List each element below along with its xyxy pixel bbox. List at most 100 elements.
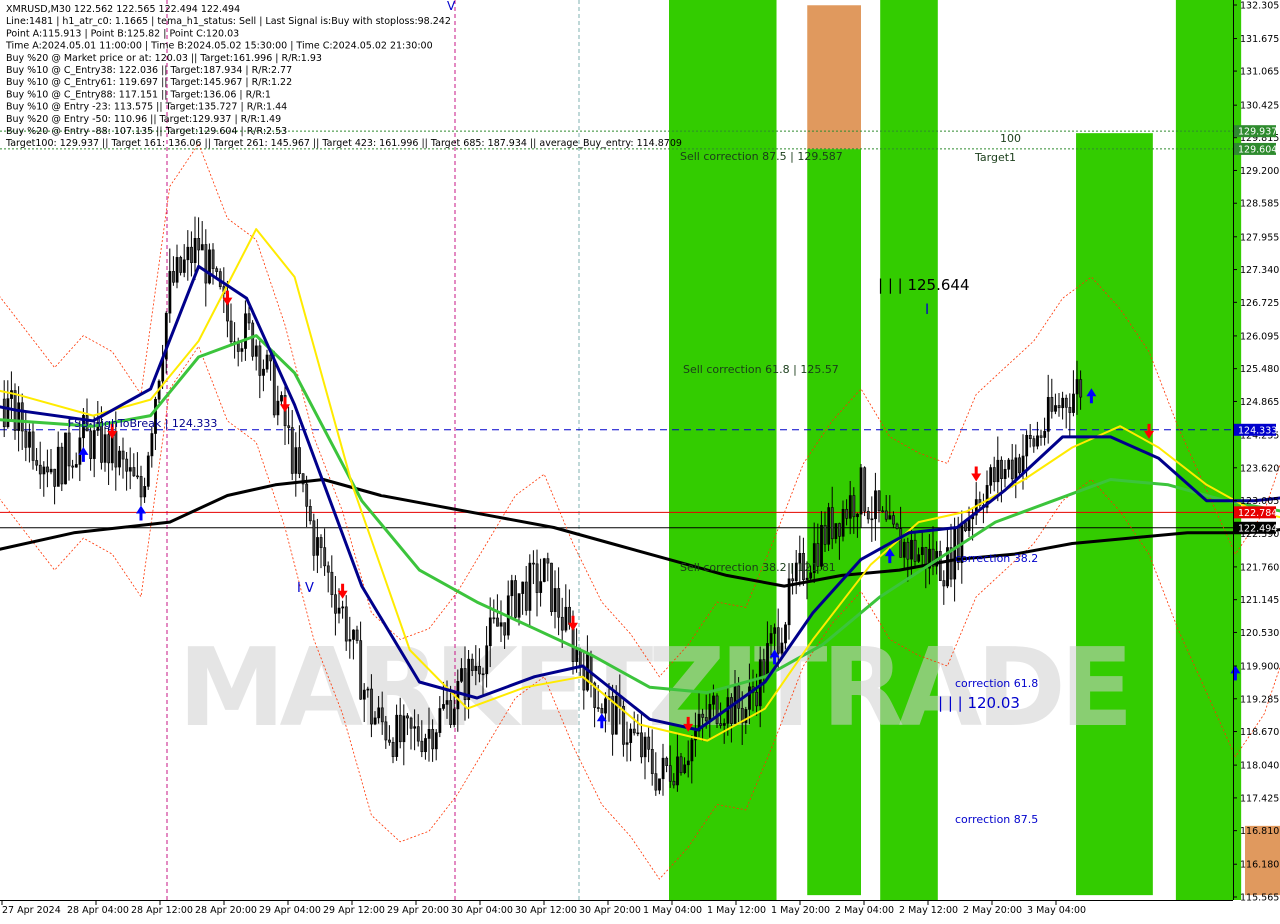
candle-body xyxy=(262,368,265,376)
candle-body xyxy=(902,541,906,558)
candle-body xyxy=(784,624,787,644)
y-tick-label: 116.180 xyxy=(1240,860,1279,871)
candle-body xyxy=(384,721,388,741)
candle-body xyxy=(424,738,427,753)
candle-body xyxy=(60,446,64,485)
candle-body xyxy=(1025,434,1029,457)
candle-body xyxy=(200,244,204,251)
candle-body xyxy=(2,398,6,428)
y-tick-label: 118.040 xyxy=(1240,761,1279,772)
candle-body xyxy=(1039,435,1043,438)
y-tick-label: 121.145 xyxy=(1240,595,1279,606)
candle-body xyxy=(319,537,323,548)
candle-body xyxy=(600,707,604,714)
candle-body xyxy=(1057,405,1061,409)
candle-body xyxy=(35,460,39,466)
y-tick-label: 118.670 xyxy=(1240,727,1279,738)
candle-body xyxy=(1068,407,1072,413)
y-tick-label: 132.305 xyxy=(1240,1,1279,12)
candle-body xyxy=(449,700,453,725)
roman-v-label: V xyxy=(447,0,456,13)
y-tick-label: 129.200 xyxy=(1240,166,1279,177)
candle-body xyxy=(1021,455,1025,474)
candle-body xyxy=(859,467,863,515)
candle-body xyxy=(604,698,607,714)
sell-correction-618-label: Sell correction 61.8 | 125.57 xyxy=(683,363,839,376)
price-chart[interactable]: MARKETZITRADE Sell correction 87.5 | 129… xyxy=(0,0,1280,920)
candle-body xyxy=(380,707,384,723)
candle-body xyxy=(49,468,53,473)
candle-body xyxy=(215,268,219,272)
candle-body xyxy=(478,665,481,675)
y-tick-label: 115.565 xyxy=(1240,893,1279,904)
candle-body xyxy=(456,681,460,710)
candle-body xyxy=(197,238,201,251)
candle-body xyxy=(499,622,503,627)
x-tick-label: 30 Apr 20:00 xyxy=(579,905,641,916)
candle-body xyxy=(388,739,391,743)
candle-body xyxy=(535,563,539,593)
y-tick-label: 125.480 xyxy=(1240,364,1279,375)
candle-body xyxy=(128,467,132,472)
info-line-10: Buy %20 @ Entry -88: 107.135 || Target:1… xyxy=(6,126,287,137)
candle-body xyxy=(121,450,125,460)
candle-body xyxy=(107,434,111,464)
candle-body xyxy=(366,688,370,691)
candle-body xyxy=(964,522,967,531)
candle-body xyxy=(208,249,211,284)
price-tag-label: 129.604 xyxy=(1238,144,1277,155)
price-tag-label: 122.494 xyxy=(1238,523,1277,534)
x-tick-label: 29 Apr 12:00 xyxy=(323,905,385,916)
candle-body xyxy=(64,432,67,485)
candle-body xyxy=(416,726,420,742)
candle-body xyxy=(1050,397,1054,412)
candle-body xyxy=(20,402,24,432)
candle-body xyxy=(78,437,82,465)
candle-body xyxy=(737,685,741,709)
sell-correction-875-label: Sell correction 87.5 | 129.587 xyxy=(680,150,843,163)
y-tick-label: 126.725 xyxy=(1240,298,1279,309)
candle-body xyxy=(769,633,773,644)
candle-body xyxy=(690,739,694,762)
candle-body xyxy=(852,495,856,518)
y-tick-label: 130.425 xyxy=(1240,101,1279,112)
info-line-9: Buy %20 @ Entry -50: 110.96 || Target:12… xyxy=(6,114,281,125)
candle-body xyxy=(722,723,726,726)
candle-body xyxy=(481,673,485,676)
candle-body xyxy=(766,643,769,678)
y-tick-label: 131.065 xyxy=(1240,67,1279,78)
candle-body xyxy=(452,708,456,725)
candle-body xyxy=(298,447,301,474)
candle-body xyxy=(308,506,312,522)
candle-body xyxy=(488,617,492,647)
candle-body xyxy=(877,490,881,512)
candle-body xyxy=(118,450,121,468)
candle-body xyxy=(830,507,834,540)
info-line-6: Buy %10 @ C_Entry61: 119.697 || Target:1… xyxy=(6,77,292,88)
candle-body xyxy=(1046,397,1050,432)
candle-body xyxy=(132,467,136,477)
candle-body xyxy=(665,757,669,766)
candle-body xyxy=(492,617,496,620)
candle-body xyxy=(370,688,373,725)
candle-body xyxy=(496,617,499,627)
candle-body xyxy=(524,581,528,611)
candle-body xyxy=(431,729,435,750)
signal-zone-2 xyxy=(807,149,861,896)
candle-body xyxy=(330,571,334,596)
candle-body xyxy=(640,732,643,758)
candle-body xyxy=(568,606,571,625)
candle-body xyxy=(539,581,543,593)
candle-body xyxy=(578,649,582,667)
candle-body xyxy=(708,704,712,722)
candle-body xyxy=(553,588,557,613)
candle-body xyxy=(172,271,175,283)
x-tick-label: 2 May 04:00 xyxy=(835,905,894,916)
x-tick-label: 1 May 12:00 xyxy=(707,905,766,916)
candle-body xyxy=(398,714,402,743)
candle-body xyxy=(46,466,49,473)
candle-body xyxy=(564,606,568,631)
candle-body xyxy=(355,629,359,641)
candle-body xyxy=(910,539,913,560)
candle-body xyxy=(150,433,154,457)
